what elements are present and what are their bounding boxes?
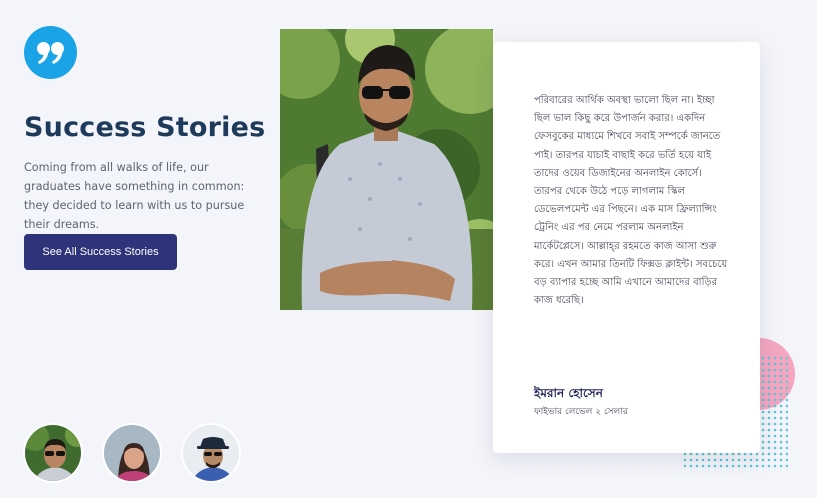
testimonial-quote: পরিবারের আর্থিক অবস্থা ভালো ছিল না। ইচ্ছ… — [534, 95, 728, 307]
testimonial-card: পরিবারের আর্থিক অবস্থা ভালো ছিল না। ইচ্ছ… — [493, 42, 760, 453]
student-photo — [280, 29, 493, 310]
avatar-man-sunglasses[interactable] — [23, 423, 83, 483]
success-stories-section: Success Stories Coming from all walks of… — [0, 0, 817, 498]
page-title: Success Stories — [24, 112, 266, 143]
testimonial-author-name: ইমরান হোসেন — [534, 386, 603, 400]
avatar-woman[interactable] — [102, 423, 162, 483]
avatar-man-hat[interactable] — [181, 423, 241, 483]
section-description: Coming from all walks of life, our gradu… — [24, 161, 245, 231]
see-all-success-stories-button[interactable]: See All Success Stories — [24, 234, 177, 270]
quote-icon — [24, 26, 77, 79]
testimonial-author-role: ফাইভার লেভেল ২ সেলার — [534, 407, 628, 417]
